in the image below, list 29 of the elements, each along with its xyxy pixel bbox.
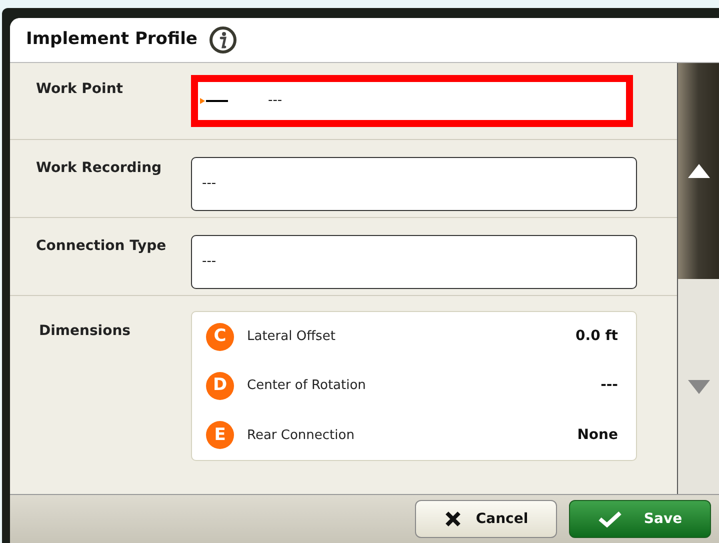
close-icon xyxy=(444,510,462,528)
scrollbar-thumb[interactable] xyxy=(678,63,719,279)
field-label: Work Recording xyxy=(35,159,163,178)
section-label: Dimensions xyxy=(38,322,132,341)
window-title: Implement Profile xyxy=(26,28,198,52)
letter-badge: C xyxy=(206,322,234,351)
save-button[interactable]: Save xyxy=(569,500,711,538)
dimension-name: Lateral Offset xyxy=(247,328,336,346)
input-field[interactable]: --- xyxy=(191,75,633,127)
field-label: Connection Type xyxy=(35,237,168,256)
dimension-value: 0.0 ft xyxy=(576,327,619,346)
scroll-up-icon[interactable] xyxy=(688,164,710,178)
cancel-button[interactable]: Cancel xyxy=(415,500,557,538)
field-label: Work Point xyxy=(35,80,124,99)
cursor-icon xyxy=(200,98,230,104)
dimension-name: Rear Connection xyxy=(247,426,356,445)
checkmark-icon xyxy=(598,510,622,528)
info-icon[interactable] xyxy=(209,26,238,54)
scroll-down-icon[interactable] xyxy=(688,380,710,394)
input-field[interactable]: --- xyxy=(191,157,637,211)
dimension-name: Center of Rotation xyxy=(247,377,367,396)
field-value: --- xyxy=(202,253,216,272)
field-value: --- xyxy=(268,92,282,110)
dimension-value: --- xyxy=(600,376,619,396)
field-value: --- xyxy=(202,175,216,194)
letter-badge: D xyxy=(206,372,234,400)
input-field[interactable]: --- xyxy=(191,235,637,289)
dimension-value: None xyxy=(577,426,619,445)
letter-badge: E xyxy=(206,421,234,450)
